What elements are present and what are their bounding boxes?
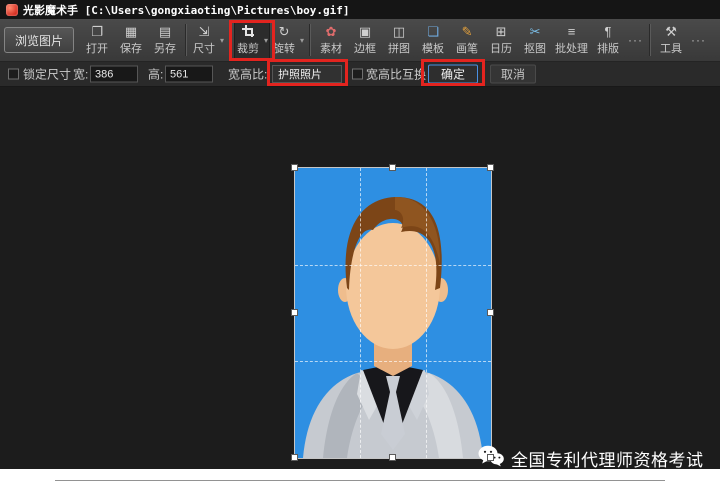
crop-photo-area[interactable] (295, 168, 491, 458)
width-input[interactable] (90, 66, 138, 83)
toolbar-button-label: 批处理 (555, 40, 588, 56)
crop-handle[interactable] (389, 164, 396, 171)
crop-handle[interactable] (291, 309, 298, 316)
toolbar-batch-button[interactable]: ≡批处理 (552, 20, 591, 60)
toolbar-button-label: 模板 (422, 40, 444, 56)
more-icon: ··· (628, 33, 643, 48)
grid-line-vertical (426, 168, 427, 458)
collage-icon: ◫ (393, 24, 405, 39)
grid-line-horizontal (295, 361, 491, 362)
toolbar-open-button[interactable]: ❐打开 (80, 20, 114, 60)
toolbar-button-label: 边框 (354, 40, 376, 56)
toolbar-button-label: 旋转 (273, 40, 295, 56)
template-icon: ❏ (427, 24, 439, 39)
toolbar-separator (309, 24, 311, 56)
crop-handle[interactable] (291, 164, 298, 171)
toolbar-button-label: 工具 (660, 40, 682, 56)
toolbar-button-label: 日历 (490, 40, 512, 56)
toolbar-groups: ❐打开▦保存▤另存⇲尺寸▾裁剪▾↻旋转▾✿素材▣边框◫拼图❏模板✎画笔⊞日历✂抠… (80, 19, 716, 61)
watermark-text: 全国专利代理师资格考试 (511, 446, 704, 471)
toolbar-typeset-button[interactable]: ¶排版 (591, 20, 625, 60)
brush-icon: ✎ (462, 24, 473, 39)
toolbar-button-label: 抠图 (524, 40, 546, 56)
toolbar-material-button[interactable]: ✿素材 (314, 20, 348, 60)
toolbar-matting-button[interactable]: ✂抠图 (518, 20, 552, 60)
watermark: 全国专利代理师资格考试 (478, 445, 704, 472)
ok-button[interactable]: 确定 (428, 65, 478, 84)
aspect-ratio-select[interactable]: 护照照片 (272, 65, 342, 83)
chevron-down-icon: ▾ (300, 36, 304, 45)
matting-icon: ✂ (530, 24, 541, 39)
toolbar-button-label: 尺寸 (193, 40, 215, 56)
typeset-icon: ¶ (605, 24, 612, 39)
crop-handle[interactable] (487, 454, 494, 461)
crop-handle[interactable] (291, 454, 298, 461)
tools-icon: ⚒ (665, 24, 677, 39)
toolbar-separator (649, 24, 651, 56)
crop-handle[interactable] (487, 164, 494, 171)
crop-icon (241, 24, 255, 39)
toolbar-collage-button[interactable]: ◫拼图 (382, 20, 416, 60)
toolbar-template-button[interactable]: ❏模板 (416, 20, 450, 60)
image-canvas: 全国专利代理师资格考试 (0, 87, 720, 469)
photo-boy-image (295, 168, 491, 458)
resize-icon: ⇲ (199, 24, 210, 39)
toolbar-frame-button[interactable]: ▣边框 (348, 20, 382, 60)
frame-icon: ▣ (359, 24, 371, 39)
toolbar-crop-button[interactable]: 裁剪 ▾ (234, 20, 270, 60)
browse-images-button[interactable]: 浏览图片 (4, 27, 74, 53)
height-input[interactable] (165, 66, 213, 83)
toolbar-button-label: 拼图 (388, 40, 410, 56)
swap-ratio-checkbox[interactable] (352, 69, 363, 80)
bottom-divider (55, 480, 665, 481)
save-icon: ▦ (125, 24, 137, 39)
rotate-icon: ↻ (279, 24, 290, 39)
more-icon: ··· (691, 33, 706, 48)
open-icon: ❐ (91, 24, 103, 39)
crop-handle[interactable] (389, 454, 396, 461)
toolbar-calendar-button[interactable]: ⊞日历 (484, 20, 518, 60)
toolbar-button-label: 另存 (154, 40, 176, 56)
aspect-ratio-label: 宽高比: (228, 66, 267, 83)
toolbar-save-button[interactable]: ▦保存 (114, 20, 148, 60)
app-logo-icon (6, 4, 18, 16)
toolbar-button-label: 画笔 (456, 40, 478, 56)
toolbar-separator (185, 24, 187, 56)
height-label: 高: (148, 66, 163, 83)
toolbar-resize-button[interactable]: ⇲尺寸 ▾ (190, 20, 226, 60)
toolbar-button-label: 裁剪 (237, 40, 259, 56)
grid-line-vertical (360, 168, 361, 458)
lock-size-checkbox[interactable] (8, 69, 19, 80)
toolbar-brush-button[interactable]: ✎画笔 (450, 20, 484, 60)
toolbar-separator (229, 24, 231, 56)
toolbar-tools-button[interactable]: ⚒工具 (654, 20, 688, 60)
swap-ratio-label: 宽高比互换 (366, 66, 426, 83)
batch-icon: ≡ (568, 24, 576, 39)
toolbar-button-label: 排版 (597, 40, 619, 56)
grid-line-horizontal (295, 265, 491, 266)
calendar-icon: ⊞ (496, 24, 507, 39)
toolbar-save-as-button[interactable]: ▤另存 (148, 20, 182, 60)
toolbar-button-label: 保存 (120, 40, 142, 56)
chevron-down-icon: ▾ (264, 36, 268, 45)
title-bar: 光影魔术手 [C:\Users\gongxiaoting\Pictures\bo… (0, 0, 720, 19)
toolbar-more-button[interactable]: ··· (688, 20, 709, 60)
width-label: 宽: (73, 66, 88, 83)
crop-options-bar: 锁定尺寸 宽: 高: 宽高比: 护照照片 宽高比互换 确定 取消 (0, 62, 720, 87)
toolbar-more-button[interactable]: ··· (625, 20, 646, 60)
toolbar-button-label: 打开 (86, 40, 108, 56)
main-toolbar: 浏览图片 ❐打开▦保存▤另存⇲尺寸▾裁剪▾↻旋转▾✿素材▣边框◫拼图❏模板✎画笔… (0, 19, 720, 62)
window-title: 光影魔术手 [C:\Users\gongxiaoting\Pictures\bo… (23, 2, 350, 18)
aspect-ratio-value: 护照照片 (278, 66, 322, 82)
crop-handle[interactable] (487, 309, 494, 316)
chevron-down-icon: ▾ (220, 36, 224, 45)
save-as-icon: ▤ (159, 24, 171, 39)
toolbar-rotate-button[interactable]: ↻旋转 ▾ (270, 20, 306, 60)
cancel-button[interactable]: 取消 (490, 65, 536, 84)
toolbar-button-label: 素材 (320, 40, 342, 56)
lock-size-label: 锁定尺寸 (23, 66, 71, 83)
material-icon: ✿ (326, 24, 337, 39)
